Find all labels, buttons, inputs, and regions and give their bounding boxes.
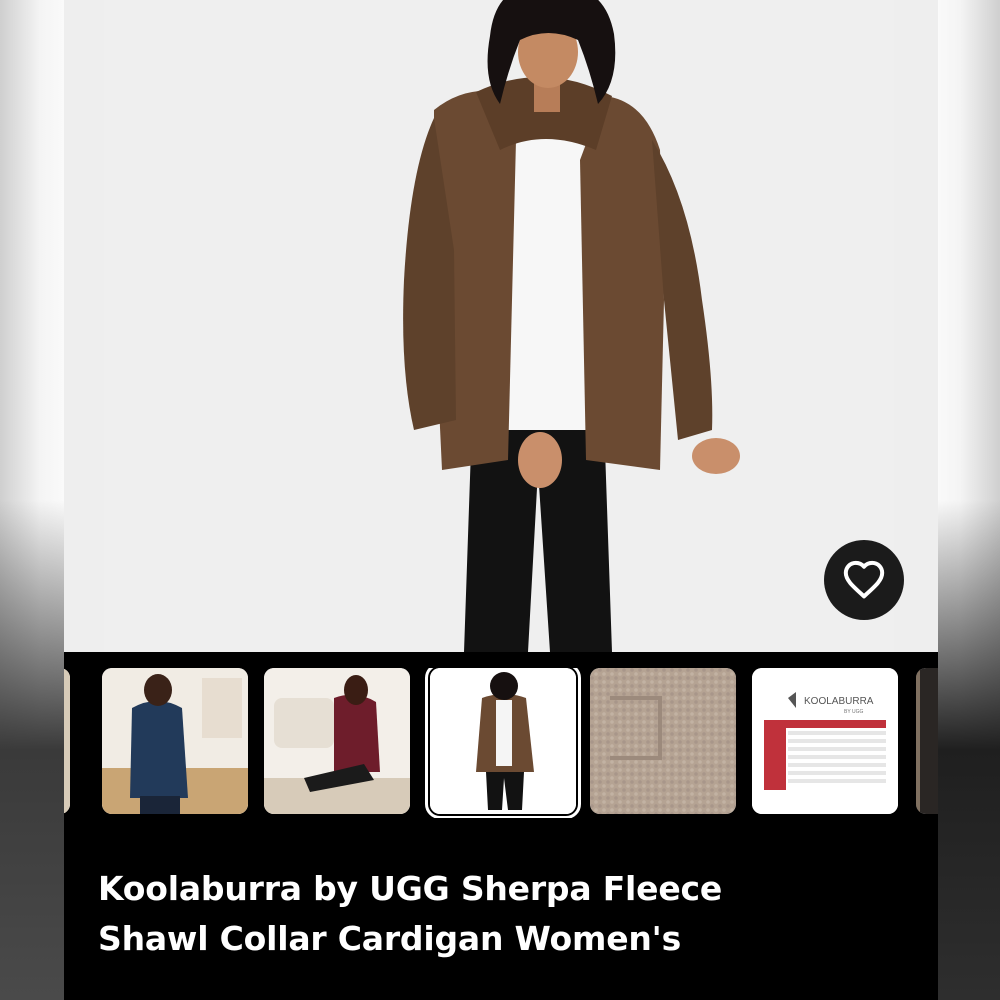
background-right-band	[936, 500, 1000, 1000]
product-title-line-2: Shawl Collar Cardigan Women's	[98, 919, 682, 958]
product-title-line-1: Koolaburra by UGG Sherpa Fleece	[98, 869, 723, 908]
favorite-button[interactable]	[824, 540, 904, 620]
thumbnail-navy-cardigan[interactable]	[102, 668, 248, 814]
product-title: Koolaburra by UGG Sherpa Fleece Shawl Co…	[98, 864, 898, 964]
product-hero-image[interactable]	[64, 0, 938, 652]
thumbnail-sherpa-texture[interactable]	[590, 668, 736, 814]
thumbnail-partial-prev[interactable]	[64, 668, 70, 814]
size-chart-sub-text: BY UGG	[844, 709, 863, 715]
model-photo	[104, 0, 894, 652]
product-details-panel: KOOLABURRA BY UGG Koolaburra by UGG Sher…	[64, 652, 938, 1000]
background-left-band	[0, 500, 64, 1000]
heart-outline-icon	[843, 560, 885, 599]
product-screen: KOOLABURRA BY UGG Koolaburra by UGG Sher…	[64, 0, 938, 1000]
thumbnail-size-chart[interactable]: KOOLABURRA BY UGG	[752, 668, 898, 814]
thumbnail-strip[interactable]: KOOLABURRA BY UGG	[64, 668, 938, 818]
thumbnail-brown-cardigan[interactable]	[425, 668, 581, 818]
thumbnail-partial-next[interactable]	[916, 668, 938, 814]
size-chart-brand-text: KOOLABURRA	[804, 696, 874, 707]
thumbnail-burgundy-cardigan[interactable]	[264, 668, 410, 814]
